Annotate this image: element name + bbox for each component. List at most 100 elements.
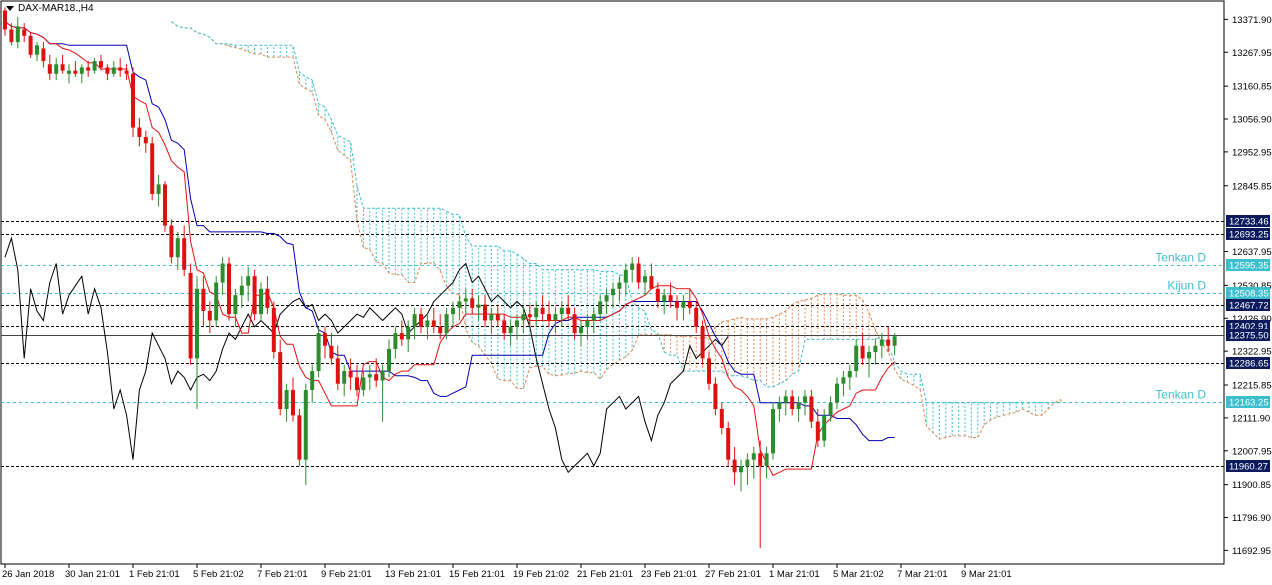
candle-body — [175, 238, 180, 258]
candle[interactable] — [214, 276, 219, 327]
candle-body — [131, 73, 135, 128]
candle-body — [604, 295, 609, 302]
candle-body — [502, 320, 507, 334]
candle[interactable] — [726, 421, 731, 466]
y-tick-label: 12952.95 — [1232, 147, 1272, 158]
candle-body — [636, 263, 641, 283]
y-tick-label: 13056.90 — [1232, 115, 1272, 126]
candle-body — [854, 345, 859, 372]
y-tick-label: 12007.95 — [1232, 446, 1272, 457]
candle-body — [623, 269, 628, 283]
candle-body — [771, 409, 775, 454]
x-tick-label: 1 Feb 21:01 — [129, 569, 180, 580]
candle-body — [681, 301, 686, 308]
candle-body — [687, 301, 692, 308]
candle-body — [278, 352, 283, 410]
candle-body — [860, 345, 865, 359]
y-tick-label: 13160.85 — [1232, 82, 1272, 93]
candle-body — [361, 377, 366, 391]
candle-body — [220, 263, 225, 283]
candle-body — [758, 453, 763, 466]
candle[interactable] — [227, 257, 231, 321]
candle-body — [463, 298, 468, 302]
candle-body — [591, 314, 596, 321]
candle-body — [86, 67, 91, 71]
candlestick-chart[interactable]: Tenkan D Kijun D Tenkan D 13371.90 13267.95 1… — [0, 0, 1272, 585]
candle-body — [297, 415, 302, 460]
chart-title: DAX-MAR18.,H4 — [6, 3, 94, 14]
candle-body — [367, 374, 372, 378]
candle-body — [335, 358, 340, 384]
candle-body — [559, 307, 564, 315]
candle[interactable] — [297, 409, 302, 466]
candle[interactable] — [28, 32, 33, 58]
candle-body — [476, 304, 481, 308]
candle-body — [156, 184, 161, 194]
candle-body — [73, 70, 78, 74]
candle-body — [617, 282, 622, 289]
x-tick-label: 26 Jan 2018 — [2, 569, 54, 580]
candle[interactable] — [700, 320, 705, 365]
y-tick-label: 11692.95 — [1232, 546, 1271, 557]
candle-body — [412, 314, 417, 327]
candle[interactable] — [131, 67, 135, 138]
candle-body — [169, 225, 174, 258]
candle[interactable] — [316, 326, 321, 378]
candle-body — [815, 421, 820, 441]
candle-body — [316, 333, 321, 372]
candle[interactable] — [188, 263, 193, 365]
candle[interactable] — [150, 137, 155, 201]
chart-window[interactable]: Tenkan D Kijun D Tenkan D 13371.90 13267.95 1… — [0, 0, 1272, 585]
price-tag-label: 12467.72 — [1229, 301, 1269, 312]
candle-body — [495, 314, 500, 321]
candle-body — [182, 238, 187, 270]
candle-body — [700, 326, 705, 359]
candle-body — [323, 333, 327, 346]
candle[interactable] — [163, 181, 167, 232]
price-tag-label: 12286.65 — [1229, 359, 1269, 370]
candle-body — [694, 307, 699, 327]
candle-body — [630, 263, 635, 270]
level-tag-label: Tenkan D — [1155, 251, 1206, 265]
candle[interactable] — [271, 301, 276, 359]
candle-body — [35, 45, 39, 55]
x-tick-label: 30 Jan 21:01 — [65, 569, 120, 580]
candle-body — [252, 276, 257, 315]
candle-body — [739, 465, 743, 473]
y-tick-label: 12215.85 — [1232, 381, 1272, 392]
candle-body — [195, 288, 199, 359]
candle-body — [79, 67, 84, 74]
x-tick-label: 13 Feb 21:01 — [385, 569, 441, 580]
candle-body — [566, 307, 571, 315]
menu-triangle-icon[interactable] — [6, 5, 14, 11]
x-tick-label: 1 Mar 21:01 — [769, 569, 820, 580]
candle-body — [41, 48, 46, 62]
candle-body — [188, 273, 193, 359]
candle[interactable] — [169, 219, 174, 264]
price-tag-label: 12163.25 — [1229, 398, 1269, 409]
candle-body — [47, 64, 52, 74]
candle-body — [227, 263, 231, 315]
candle-body — [873, 345, 878, 353]
price-tag-label: 12693.25 — [1229, 230, 1269, 241]
candle-body — [15, 26, 20, 43]
candle-body — [579, 326, 583, 334]
candle-body — [201, 288, 206, 311]
candle-body — [214, 282, 219, 321]
candle[interactable] — [771, 402, 775, 460]
candle-body — [387, 348, 391, 372]
candle-body — [585, 320, 590, 327]
candle[interactable] — [252, 269, 257, 321]
x-tick-label: 5 Feb 21:02 — [193, 569, 244, 580]
candle-body — [457, 301, 462, 308]
candle-body — [438, 326, 443, 334]
candle-body — [483, 304, 487, 321]
price-tag-label: 12733.46 — [1229, 217, 1269, 228]
candle-body — [508, 326, 513, 334]
x-tick-label: 21 Feb 21:01 — [577, 569, 633, 580]
level-tag-label: Tenkan D — [1155, 388, 1206, 402]
candle-body — [534, 307, 539, 318]
candle-body — [380, 371, 385, 381]
candle-body — [99, 61, 103, 68]
candle-body — [207, 310, 212, 321]
